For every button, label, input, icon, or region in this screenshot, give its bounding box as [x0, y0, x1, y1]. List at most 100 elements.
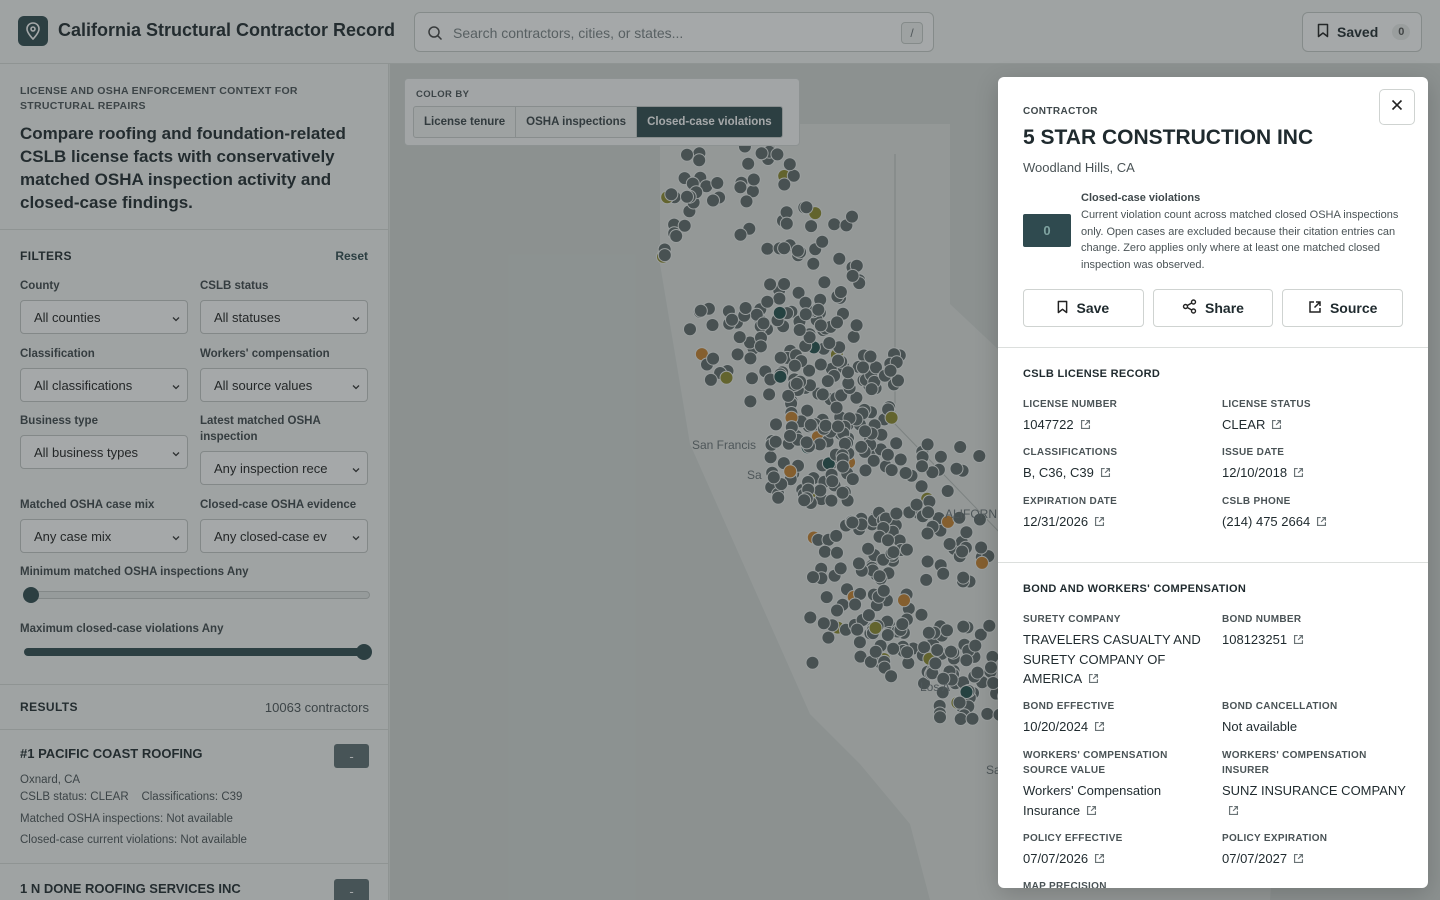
contractor-marker[interactable] [845, 268, 860, 283]
contractor-marker[interactable] [956, 619, 971, 634]
contractor-marker[interactable] [852, 635, 867, 650]
county-select[interactable]: All counties [20, 300, 188, 334]
contractor-marker[interactable] [858, 463, 873, 478]
contractor-marker[interactable] [893, 452, 908, 467]
contractor-marker[interactable] [919, 572, 934, 587]
contractor-marker[interactable] [738, 301, 753, 315]
contractor-marker[interactable] [854, 439, 869, 454]
contractor-marker[interactable] [915, 459, 929, 474]
contractor-marker[interactable] [886, 641, 901, 656]
contractor-marker[interactable] [763, 277, 778, 292]
contractor-marker[interactable] [984, 660, 998, 675]
contractor-marker[interactable] [664, 187, 679, 202]
contractor-marker[interactable] [789, 376, 804, 391]
contractor-marker[interactable] [783, 428, 797, 443]
contractor-marker[interactable] [982, 618, 997, 633]
contractor-marker[interactable] [741, 156, 756, 171]
contractor-marker[interactable] [804, 219, 819, 234]
source-button[interactable]: Source [1282, 289, 1404, 327]
cslb-status-select[interactable]: All statuses [200, 300, 368, 334]
contractor-marker[interactable] [730, 347, 745, 362]
external-link-icon[interactable] [1271, 416, 1282, 436]
contractor-marker[interactable] [881, 533, 895, 548]
contractor-marker[interactable] [889, 436, 904, 451]
contractor-marker[interactable] [845, 515, 860, 530]
contractor-marker[interactable] [725, 312, 739, 327]
contractor-marker[interactable] [972, 449, 987, 463]
external-link-icon[interactable] [1316, 513, 1327, 533]
contractor-marker[interactable] [920, 437, 935, 452]
share-button[interactable]: Share [1152, 289, 1274, 327]
contractor-marker[interactable] [830, 315, 844, 330]
contractor-marker[interactable] [745, 371, 759, 386]
external-link-icon[interactable] [1094, 513, 1105, 533]
contractor-marker[interactable] [820, 374, 835, 389]
contractor-marker[interactable] [864, 382, 879, 397]
contractor-marker[interactable] [806, 570, 820, 585]
contractor-marker[interactable] [773, 369, 788, 384]
contractor-marker[interactable] [806, 256, 821, 271]
contractor-marker[interactable] [781, 388, 796, 403]
contractor-marker[interactable] [949, 461, 964, 476]
contractor-marker[interactable] [835, 459, 850, 474]
contractor-marker[interactable] [837, 436, 852, 451]
contractor-marker[interactable] [777, 177, 792, 192]
contractor-marker[interactable] [833, 285, 848, 299]
contractor-marker[interactable] [975, 555, 989, 570]
contractor-marker[interactable] [790, 243, 805, 258]
contractor-marker[interactable] [829, 400, 844, 415]
result-name[interactable]: #1 PACIFIC COAST ROOFING [20, 746, 203, 761]
contractor-marker[interactable] [772, 291, 787, 306]
contractor-marker[interactable] [703, 372, 718, 387]
case-mix-select[interactable]: Any case mix [20, 519, 188, 553]
reset-filters-link[interactable]: Reset [335, 249, 368, 263]
external-link-icon[interactable] [1088, 670, 1099, 690]
save-button[interactable]: Save [1023, 289, 1144, 327]
contractor-marker[interactable] [953, 712, 968, 726]
workers-comp-select[interactable]: All source values [200, 368, 368, 402]
contractor-marker[interactable] [936, 566, 951, 581]
latest-inspection-select[interactable]: Any inspection rece [200, 451, 368, 485]
external-link-icon[interactable] [1086, 802, 1097, 822]
contractor-marker[interactable] [705, 318, 720, 332]
contractor-marker[interactable] [753, 339, 768, 354]
external-link-icon[interactable] [1100, 464, 1111, 484]
contractor-marker[interactable] [743, 351, 758, 366]
close-panel-button[interactable] [1379, 89, 1415, 125]
contractor-marker[interactable] [769, 417, 783, 432]
contractor-marker[interactable] [955, 544, 970, 559]
min-inspections-slider[interactable] [23, 587, 370, 603]
min-inspections-slider-thumb[interactable] [23, 587, 39, 603]
contractor-marker[interactable] [821, 630, 836, 645]
contractor-marker[interactable] [872, 569, 887, 584]
contractor-marker[interactable] [710, 176, 725, 190]
contractor-marker[interactable] [766, 470, 781, 485]
contractor-marker[interactable] [942, 537, 957, 551]
contractor-marker[interactable] [693, 303, 708, 318]
contractor-marker[interactable] [813, 318, 828, 333]
contractor-marker[interactable] [692, 153, 707, 168]
contractor-marker[interactable] [733, 180, 748, 195]
contractor-marker[interactable] [763, 450, 778, 465]
contractor-marker[interactable] [944, 644, 958, 659]
color-by-license-tenure[interactable]: License tenure [414, 107, 517, 137]
saved-button[interactable]: Saved 0 [1302, 12, 1422, 52]
contractor-marker[interactable] [914, 607, 929, 622]
search-box[interactable]: / [414, 12, 934, 52]
contractor-marker[interactable] [816, 616, 831, 631]
business-type-select[interactable]: All business types [20, 435, 188, 469]
external-link-icon[interactable] [1228, 802, 1239, 822]
color-by-closed-case-violations[interactable]: Closed-case violations [637, 107, 782, 137]
contractor-marker[interactable] [970, 665, 985, 680]
contractor-marker[interactable] [884, 463, 899, 478]
contractor-marker[interactable] [719, 370, 734, 385]
external-link-icon[interactable] [1293, 850, 1304, 870]
contractor-marker[interactable] [824, 493, 839, 508]
contractor-marker[interactable] [799, 435, 814, 450]
contractor-marker[interactable] [940, 623, 954, 638]
contractor-marker[interactable] [900, 645, 915, 660]
contractor-marker[interactable] [980, 706, 995, 721]
contractor-marker[interactable] [760, 241, 775, 256]
contractor-marker[interactable] [940, 484, 955, 498]
color-by-osha-inspections[interactable]: OSHA inspections [516, 107, 638, 137]
